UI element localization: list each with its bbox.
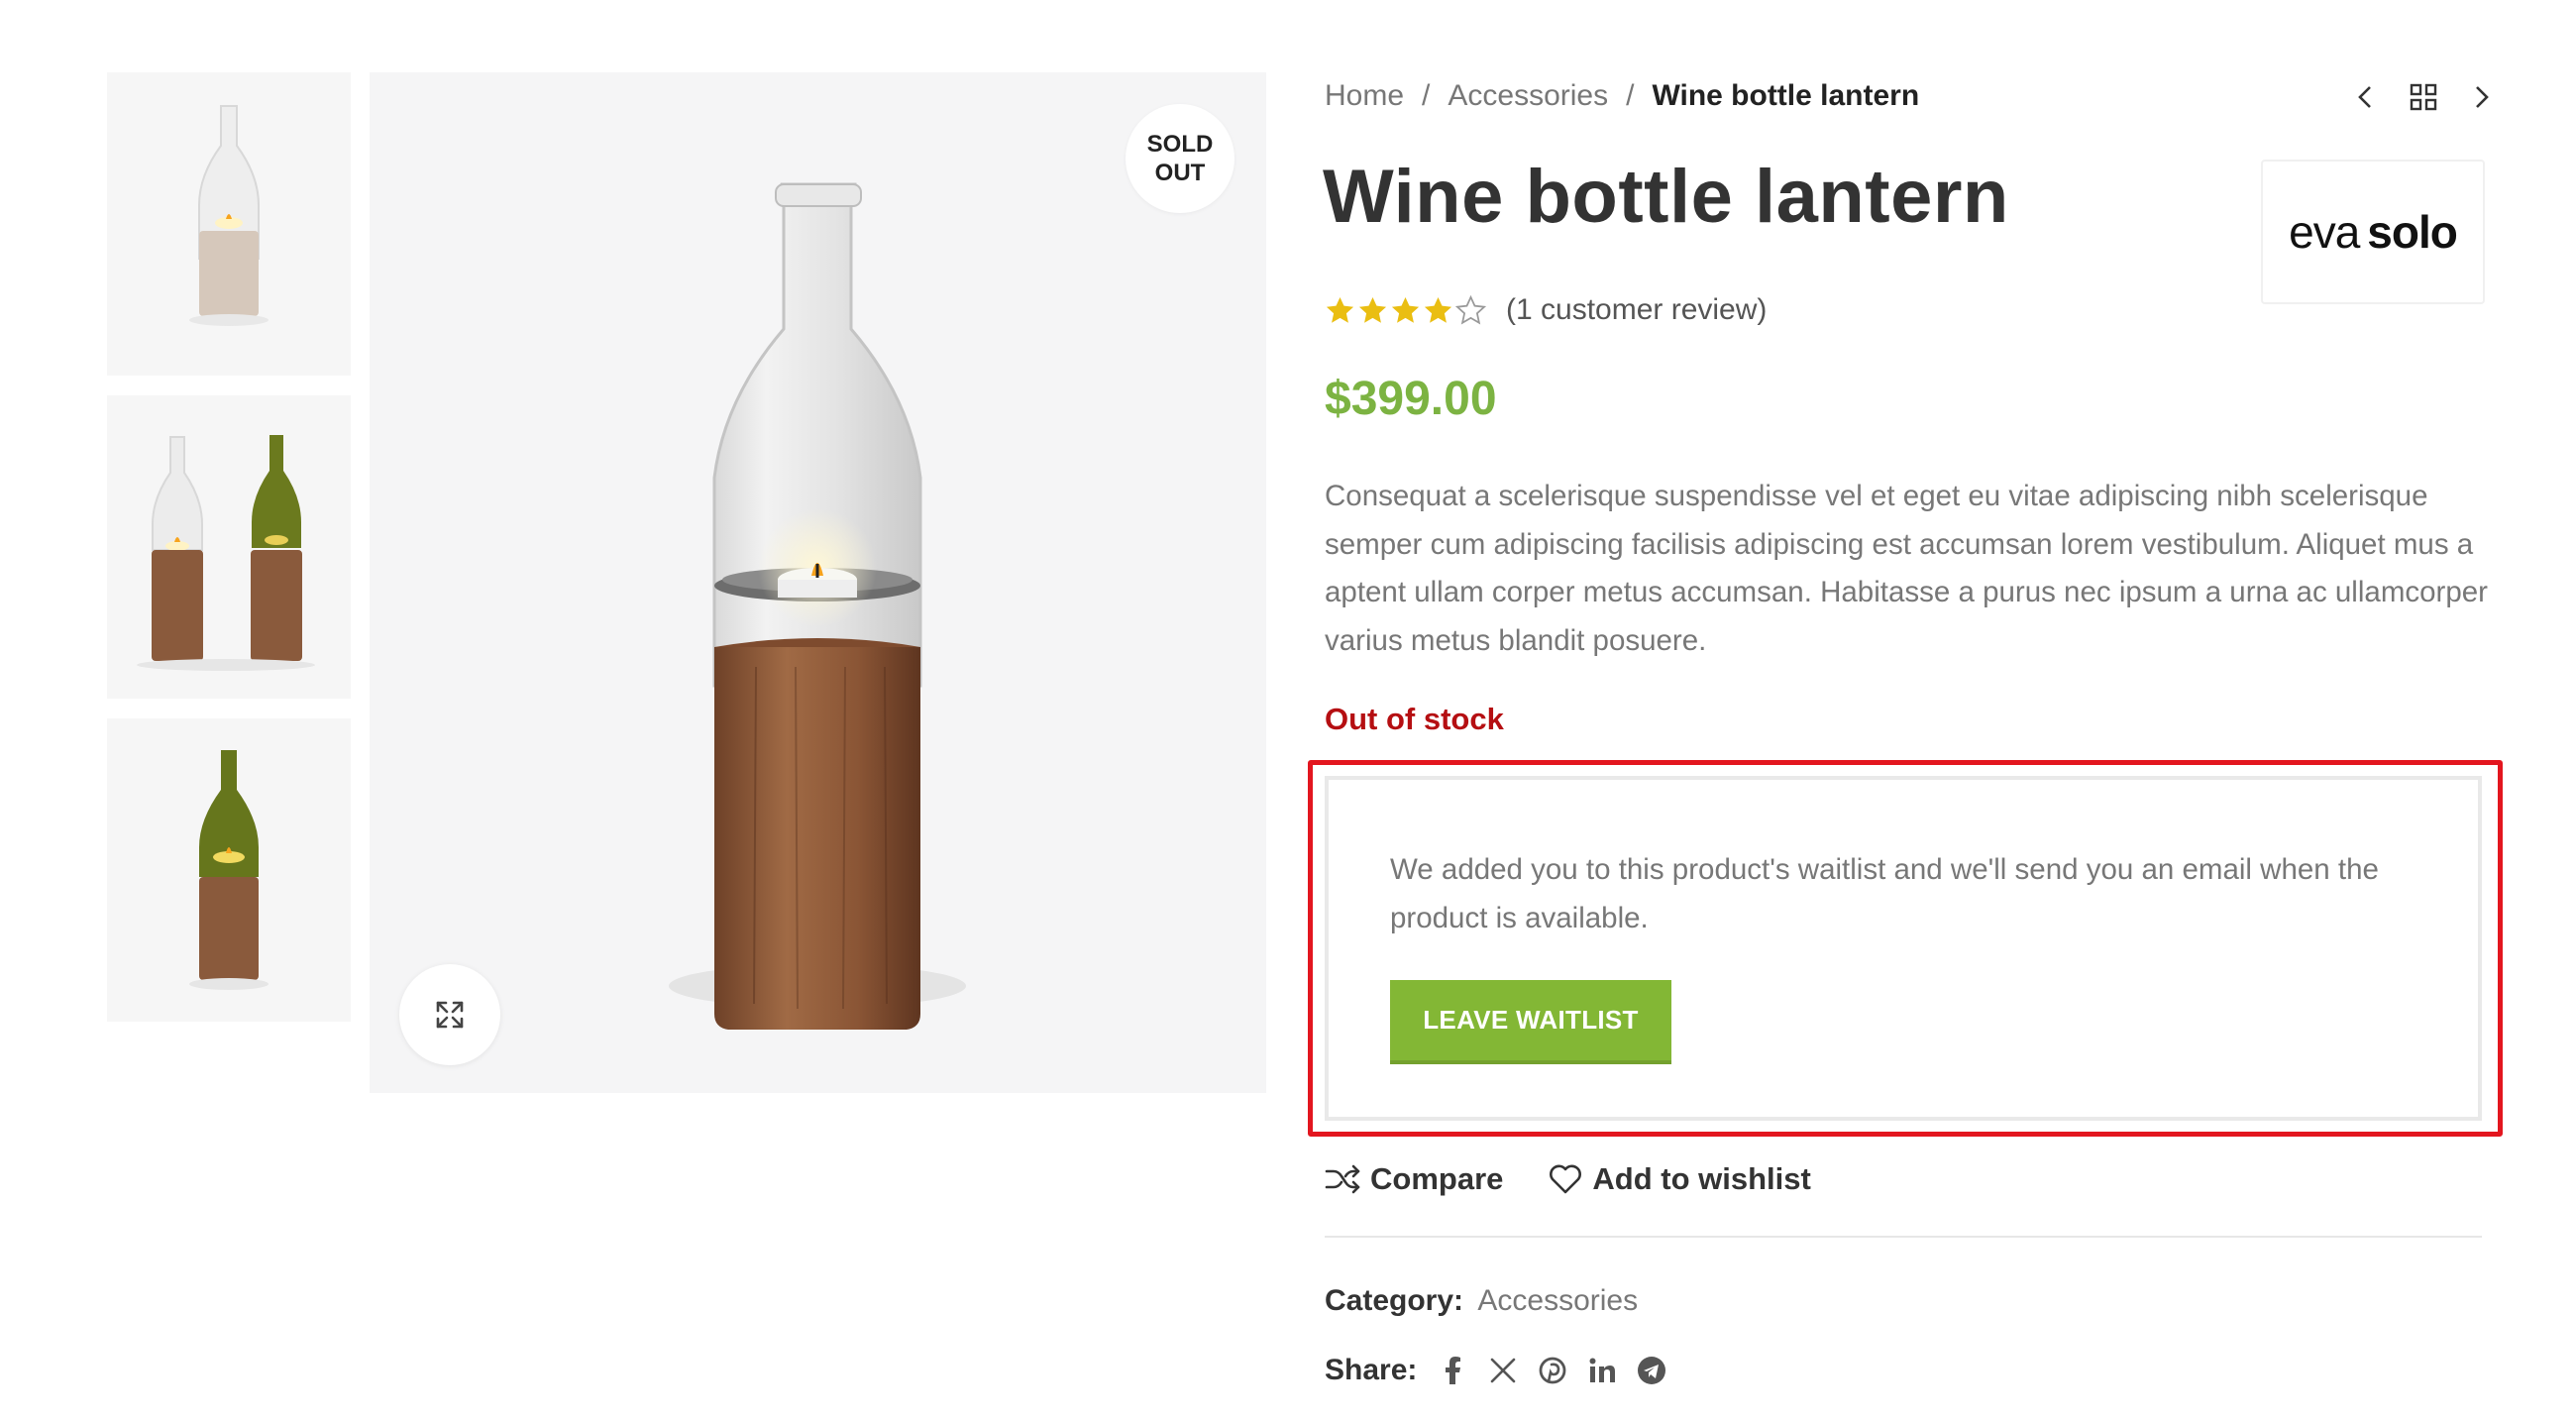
zoom-button[interactable] (399, 964, 500, 1065)
shuffle-icon (1325, 1164, 1360, 1194)
customer-review-link[interactable]: (1 customer review) (1506, 293, 1767, 327)
chevron-left-icon (2358, 86, 2371, 108)
x-icon (1491, 1358, 1516, 1383)
product-navigation (2348, 79, 2499, 115)
breadcrumb: Home / Accessories / Wine bottle lantern (1325, 79, 1919, 113)
product-price: $399.00 (1325, 373, 1497, 425)
product-rating: (1 customer review) (1325, 293, 1767, 327)
thumbnail-clear-lantern[interactable] (107, 72, 351, 376)
star-filled-icon (1424, 296, 1452, 323)
next-product-button[interactable] (2463, 79, 2499, 115)
share-pinterest[interactable] (1534, 1352, 1571, 1389)
previous-product-button[interactable] (2348, 79, 2384, 115)
highlight-outline (1308, 760, 2503, 1137)
pinterest-icon (1539, 1357, 1566, 1384)
main-product-image[interactable] (370, 72, 1266, 1093)
add-to-wishlist-button[interactable]: Add to wishlist (1549, 1161, 1811, 1197)
star-rating (1325, 294, 1486, 326)
breadcrumb-current: Wine bottle lantern (1652, 79, 1920, 112)
star-empty-icon (1455, 294, 1486, 324)
section-divider (1325, 1236, 2482, 1238)
category-label: Category: (1325, 1284, 1464, 1317)
star-filled-icon (1326, 296, 1354, 323)
back-to-shop-button[interactable] (2406, 79, 2441, 115)
facebook-icon (1446, 1357, 1461, 1384)
telegram-icon (1638, 1357, 1666, 1384)
heart-icon (1550, 1164, 1582, 1194)
chevron-right-icon (2476, 86, 2489, 108)
share-linkedin[interactable] (1583, 1352, 1621, 1389)
badge-line-2: OUT (1154, 160, 1206, 186)
badge-line-1: SOLD (1146, 131, 1214, 158)
breadcrumb-accessories[interactable]: Accessories (1448, 79, 1608, 113)
star-filled-icon (1358, 296, 1387, 323)
linkedin-icon (1589, 1358, 1616, 1382)
share-telegram[interactable] (1633, 1352, 1670, 1389)
share-facebook[interactable] (1435, 1352, 1472, 1389)
sold-out-badge: SOLD OUT (1126, 104, 1234, 213)
breadcrumb-separator: / (1422, 79, 1431, 112)
compare-button[interactable]: Compare (1325, 1161, 1503, 1197)
stock-status: Out of stock (1325, 702, 1504, 736)
wine-bottle-lantern-photo (669, 182, 966, 1030)
brand-name-bold: solo (2367, 206, 2458, 258)
breadcrumb-home[interactable]: Home (1325, 79, 1404, 113)
breadcrumb-separator: / (1626, 79, 1635, 112)
clear-lantern-image (107, 72, 351, 376)
product-title: Wine bottle lantern (1323, 155, 2009, 239)
expand-icon (436, 1001, 464, 1029)
compare-label: Compare (1370, 1161, 1504, 1196)
share-row: Share: (1325, 1352, 1682, 1389)
grid-icon (2410, 83, 2437, 111)
product-description: Consequat a scelerisque suspendisse vel … (1325, 480, 2489, 657)
green-lantern-image (107, 718, 351, 1022)
two-lanterns-image (107, 395, 351, 699)
star-filled-icon (1391, 296, 1420, 323)
share-label: Share: (1325, 1354, 1418, 1386)
thumbnail-clear-and-green-lanterns[interactable] (107, 395, 351, 699)
brand-name-light: eva (2289, 206, 2360, 258)
share-x[interactable] (1484, 1352, 1522, 1389)
product-category: Category: Accessories (1325, 1284, 1638, 1318)
thumbnail-green-lantern[interactable] (107, 718, 351, 1022)
product-actions: Compare Add to wishlist (1325, 1161, 1811, 1197)
brand-logo[interactable]: eva solo (2261, 160, 2485, 304)
wishlist-label: Add to wishlist (1592, 1161, 1811, 1196)
category-link[interactable]: Accessories (1477, 1284, 1638, 1317)
